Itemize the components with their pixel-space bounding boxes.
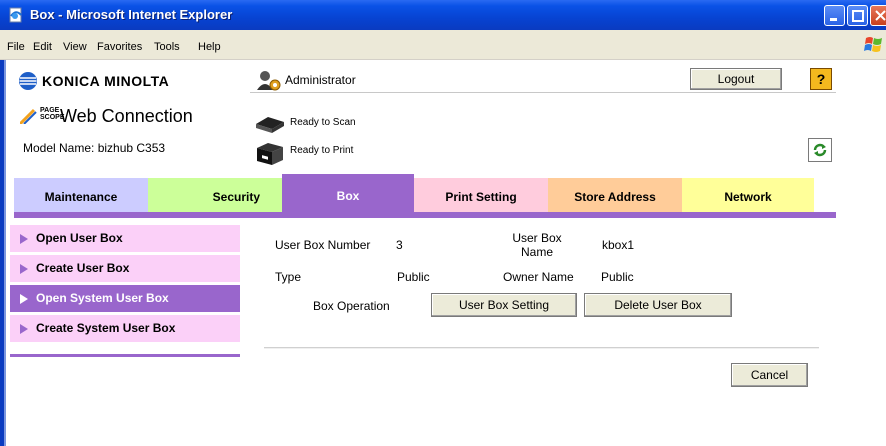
menu-favorites[interactable]: Favorites — [97, 41, 142, 53]
owner-name-label: Owner Name — [503, 270, 574, 284]
sidebar-item-open-user-box[interactable]: Open User Box — [10, 225, 240, 252]
product-name: Web Connection — [60, 106, 193, 126]
header-divider — [250, 92, 836, 93]
user-box-name-value: kbox1 — [602, 238, 635, 252]
close-icon — [875, 10, 886, 21]
user-name: Administrator — [285, 73, 356, 87]
tab-network[interactable]: Network — [682, 178, 814, 216]
sidebar-item-label: Create User Box — [36, 261, 130, 275]
owner-name-value: Public — [601, 270, 634, 284]
maximize-icon — [852, 10, 864, 22]
help-button[interactable]: ? — [810, 68, 832, 90]
user-box-setting-button[interactable]: User Box Setting — [431, 293, 577, 317]
menu-view[interactable]: View — [63, 41, 87, 53]
delete-user-box-button[interactable]: Delete User Box — [584, 293, 732, 317]
konica-minolta-logo-icon — [19, 72, 37, 90]
content-divider — [264, 347, 819, 349]
menu-tools[interactable]: Tools — [154, 41, 180, 53]
scanner-icon — [256, 117, 284, 133]
sidebar-item-create-system-user-box[interactable]: Create System User Box — [10, 315, 240, 342]
cancel-button[interactable]: Cancel — [731, 363, 808, 387]
box-operation-label: Box Operation — [313, 299, 390, 313]
tab-print-setting[interactable]: Print Setting — [414, 178, 548, 216]
tab-security[interactable]: Security — [148, 178, 282, 216]
tab-maintenance[interactable]: Maintenance — [14, 178, 148, 216]
ie-page-icon — [9, 7, 22, 23]
user-box-number-value: 3 — [396, 238, 403, 252]
sidebar-item-label: Open User Box — [36, 231, 123, 245]
minimize-button[interactable] — [824, 5, 845, 26]
tab-store-address[interactable]: Store Address — [548, 178, 682, 216]
windows-logo-icon — [864, 37, 882, 52]
minimize-icon — [830, 18, 837, 21]
sidebar-item-create-user-box[interactable]: Create User Box — [10, 255, 240, 282]
menu-edit[interactable]: Edit — [33, 41, 52, 53]
maximize-button[interactable] — [847, 5, 868, 26]
window-title: Box - Microsoft Internet Explorer — [30, 7, 233, 22]
brand-name: KONICA MINOLTA — [42, 73, 170, 89]
type-value: Public — [397, 270, 430, 284]
printer-icon — [257, 143, 283, 165]
sidebar-item-label: Open System User Box — [36, 291, 169, 305]
scan-status: Ready to Scan — [290, 117, 356, 128]
tab-underline — [14, 212, 836, 218]
arrow-right-icon — [20, 234, 28, 244]
type-label: Type — [275, 270, 302, 284]
sidebar-bottom-bar — [10, 354, 240, 357]
window-title-bar: Box - Microsoft Internet Explorer — [0, 0, 886, 30]
menu-file[interactable]: File — [7, 41, 25, 53]
user-box-name-label: User Box Name — [512, 231, 562, 259]
arrow-right-icon — [20, 324, 28, 334]
close-button[interactable] — [870, 5, 886, 26]
sidebar-item-open-system-user-box[interactable]: Open System User Box — [10, 285, 240, 312]
administrator-icon — [257, 71, 281, 91]
refresh-icon — [813, 143, 827, 157]
arrow-right-icon — [20, 264, 28, 274]
user-box-number-label: User Box Number — [275, 238, 371, 252]
pagescope-logo-icon — [20, 108, 37, 124]
arrow-right-icon — [20, 294, 28, 304]
model-name: Model Name: bizhub C353 — [23, 141, 166, 155]
logout-button[interactable]: Logout — [690, 68, 782, 90]
menu-bar: File Edit View Favorites Tools Help — [0, 30, 886, 60]
sidebar-item-label: Create System User Box — [36, 321, 176, 335]
print-status: Ready to Print — [290, 145, 354, 156]
refresh-button[interactable] — [808, 138, 832, 162]
menu-help[interactable]: Help — [198, 41, 221, 53]
